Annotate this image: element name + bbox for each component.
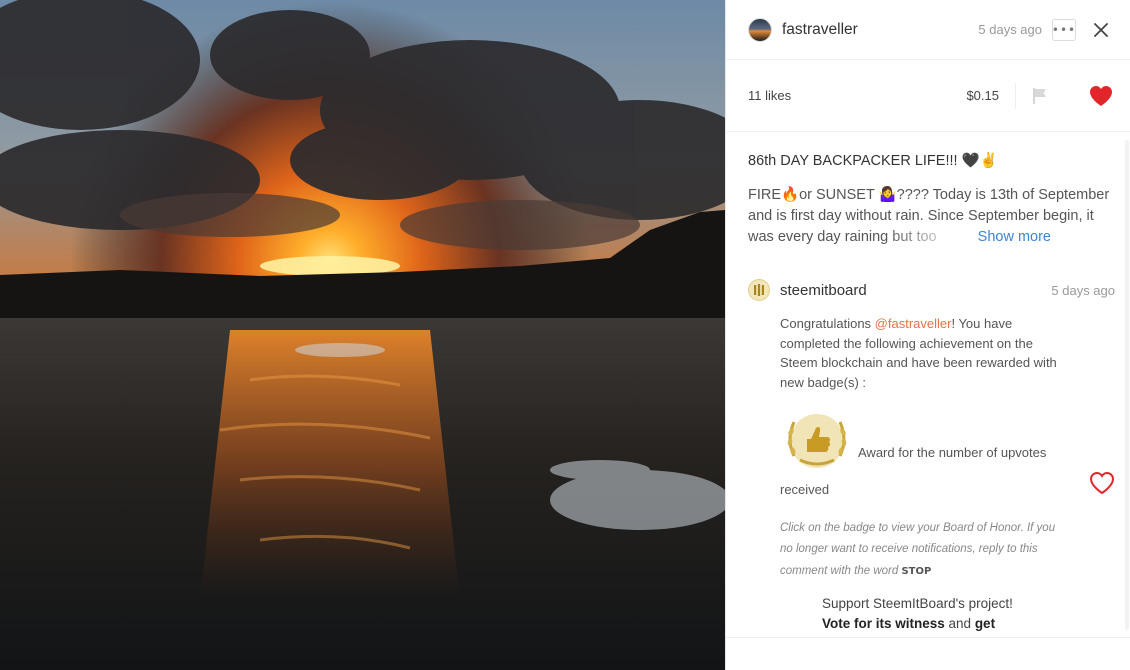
show-more-link[interactable]: Show more bbox=[978, 227, 1115, 248]
body-fade: Show more bbox=[885, 227, 1115, 248]
post-time: 5 days ago bbox=[978, 22, 1042, 37]
comment-header: steemitboard 5 days ago bbox=[748, 278, 1115, 302]
author-avatar[interactable] bbox=[748, 17, 772, 42]
flag-button[interactable] bbox=[1030, 86, 1050, 106]
support-line: Support SteemItBoard's project! bbox=[822, 596, 1013, 611]
badge-row: Award for the number of upvotes bbox=[780, 404, 1070, 478]
steemitboard-logo-icon bbox=[754, 284, 764, 296]
scrollbar[interactable] bbox=[1125, 140, 1129, 630]
vote-and: and bbox=[944, 615, 975, 631]
post-photo bbox=[0, 0, 725, 670]
like-button[interactable] bbox=[1088, 83, 1114, 109]
likes-count[interactable]: 11 likes bbox=[748, 88, 791, 103]
post-detail-panel: fastraveller 5 days ago ••• 11 likes $0.… bbox=[725, 0, 1130, 670]
more-button[interactable]: ••• bbox=[1051, 18, 1077, 41]
commenter-avatar[interactable] bbox=[748, 279, 770, 301]
support-block: Support SteemItBoard's project! Vote for… bbox=[822, 594, 1070, 633]
vote-get-bold: get bbox=[974, 615, 996, 631]
author-name[interactable]: fastraveller bbox=[782, 21, 858, 39]
post-content-scroll[interactable]: 86th DAY BACKPACKER LIFE!!! 🖤✌ FIRE🔥or S… bbox=[726, 132, 1130, 637]
post-stats-bar: 11 likes $0.15 bbox=[726, 60, 1130, 132]
heart-icon bbox=[1090, 85, 1112, 106]
panel-footer-divider bbox=[726, 637, 1130, 638]
post-body: FIRE🔥or SUNSET 🤷‍♀️???? Today is 13th of… bbox=[748, 185, 1115, 248]
post-header: fastraveller 5 days ago ••• bbox=[726, 0, 1130, 60]
more-icon: ••• bbox=[1051, 22, 1077, 37]
vote-line: Vote for its witness and get bbox=[822, 614, 1070, 634]
payout-value[interactable]: $0.15 bbox=[966, 88, 999, 103]
close-icon bbox=[1094, 22, 1108, 37]
vote-witness-bold[interactable]: Vote for its witness bbox=[822, 616, 945, 631]
heart-outline-icon bbox=[1089, 471, 1115, 495]
comment-like-button[interactable] bbox=[1089, 471, 1115, 495]
comment: steemitboard 5 days ago Congratulations … bbox=[748, 278, 1115, 633]
close-button[interactable] bbox=[1092, 21, 1110, 39]
flag-icon bbox=[1033, 87, 1046, 104]
stats-divider bbox=[1015, 82, 1016, 109]
sunset-image bbox=[0, 0, 725, 670]
commenter-name[interactable]: steemitboard bbox=[780, 282, 867, 299]
comment-body: Congratulations @fastraveller! You have … bbox=[780, 314, 1070, 633]
comment-notice: Click on the badge to view your Board of… bbox=[780, 518, 1070, 583]
mention-link[interactable]: @fastraveller bbox=[875, 316, 952, 331]
scrollbar-track bbox=[1125, 140, 1129, 630]
comment-time: 5 days ago bbox=[1051, 282, 1115, 298]
stop-keyword: STOP bbox=[901, 565, 932, 577]
badge-icon[interactable] bbox=[780, 404, 854, 478]
comment-text-before: Congratulations bbox=[780, 316, 875, 331]
badge-description-cont: received bbox=[780, 482, 830, 497]
badge-description: Award for the number of upvotes bbox=[858, 444, 1047, 460]
post-title: 86th DAY BACKPACKER LIFE!!! 🖤✌ bbox=[748, 153, 998, 169]
